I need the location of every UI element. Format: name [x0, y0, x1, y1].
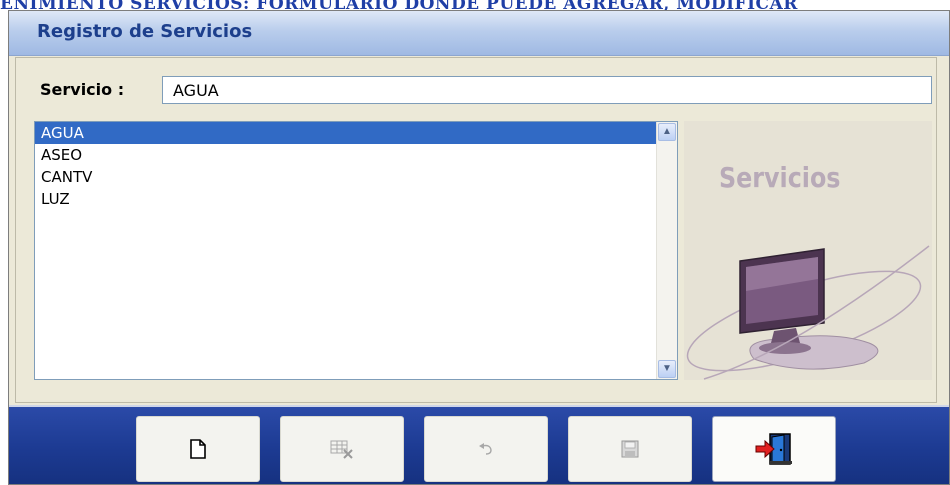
list-item[interactable]: AGUA	[35, 122, 657, 144]
new-document-icon	[190, 439, 206, 459]
servicio-label: Servicio :	[40, 80, 125, 99]
scroll-up-button[interactable]: ▲	[658, 123, 676, 141]
chevron-up-icon: ▲	[662, 126, 672, 137]
exit-button[interactable]	[712, 416, 836, 482]
save-disk-icon	[621, 440, 639, 458]
chevron-down-icon: ▼	[662, 363, 672, 374]
list-scrollbar[interactable]: ▲ ▼	[656, 122, 677, 379]
delete-button[interactable]	[280, 416, 404, 482]
title-bar[interactable]: Registro de Servicios	[9, 11, 949, 56]
list-item[interactable]: CANTV	[35, 166, 657, 188]
scroll-down-button[interactable]: ▼	[658, 360, 676, 378]
delete-record-icon	[330, 440, 353, 459]
window-title: Registro de Servicios	[37, 21, 253, 42]
action-toolbar	[9, 405, 949, 484]
form-panel: Servicio : AGUA ASEO CANTV LUZ ▲ ▼ Servi…	[15, 57, 937, 403]
undo-button[interactable]	[424, 416, 548, 482]
services-listbox[interactable]: AGUA ASEO CANTV LUZ ▲ ▼	[34, 121, 678, 380]
services-list: AGUA ASEO CANTV LUZ	[35, 122, 657, 379]
exit-door-icon	[755, 433, 792, 465]
services-logo-panel: Servicios	[684, 121, 932, 380]
list-item[interactable]: LUZ	[35, 188, 657, 210]
undo-icon	[479, 443, 492, 455]
monitor-icon	[686, 245, 930, 380]
logo-text: Servicios	[719, 161, 841, 194]
new-button[interactable]	[136, 416, 260, 482]
services-window: Registro de Servicios Servicio : AGUA AS…	[8, 10, 950, 485]
servicio-input[interactable]	[162, 76, 932, 104]
list-item[interactable]: ASEO	[35, 144, 657, 166]
save-button[interactable]	[568, 416, 692, 482]
